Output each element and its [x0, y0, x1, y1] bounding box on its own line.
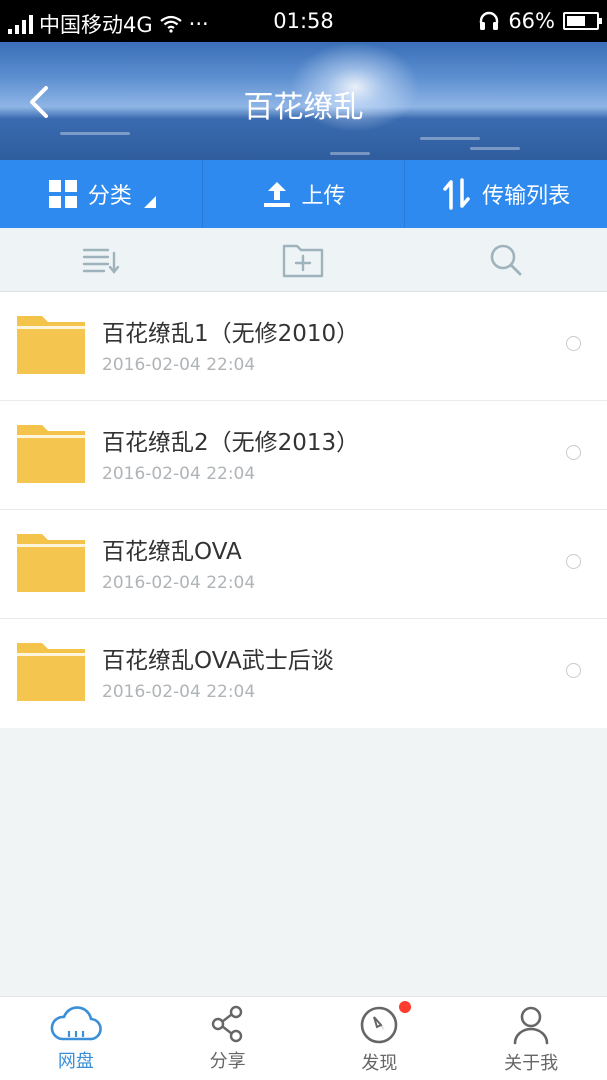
- compass-icon: [361, 1006, 398, 1044]
- tab-bar: 网盘 分享 发现 关于我: [0, 996, 607, 1080]
- tab-discover-label: 发现: [361, 1053, 398, 1074]
- list-item[interactable]: 百花缭乱OVA 2016-02-04 22:04: [0, 510, 607, 619]
- folder-icon: [17, 425, 85, 483]
- status-bar: 中国移动4G ··· 01:58 66%: [0, 0, 607, 42]
- file-name: 百花缭乱OVA: [102, 539, 242, 565]
- battery-fill: [567, 16, 586, 26]
- tab-discover[interactable]: 发现: [304, 997, 456, 1080]
- transfer-arrows-icon: [443, 178, 470, 210]
- tab-share-label: 分享: [209, 1051, 246, 1072]
- category-label: 分类: [87, 184, 132, 209]
- notification-badge: [399, 1001, 412, 1013]
- new-folder-icon: [283, 244, 324, 277]
- share-icon: [211, 1005, 242, 1043]
- category-button[interactable]: 分类: [0, 160, 203, 228]
- file-date: 2016-02-04 22:04: [102, 355, 256, 375]
- list-item[interactable]: 百花缭乱1（无修2010） 2016-02-04 22:04: [0, 292, 607, 401]
- toolbar: [0, 228, 607, 292]
- upload-button[interactable]: 上传: [203, 160, 406, 228]
- action-bar: 分类 上传 传输列表: [0, 160, 607, 228]
- file-date: 2016-02-04 22:04: [102, 464, 256, 484]
- file-name: 百花缭乱2（无修2013）: [102, 430, 360, 456]
- page-title: 百花缭乱: [243, 90, 364, 125]
- tab-netdisk[interactable]: 网盘: [0, 997, 152, 1080]
- new-folder-button[interactable]: [202, 228, 404, 291]
- tab-share[interactable]: 分享: [152, 997, 304, 1080]
- sort-list-icon: [82, 248, 120, 274]
- tab-about-me-label: 关于我: [504, 1053, 559, 1074]
- file-date: 2016-02-04 22:04: [102, 682, 256, 702]
- transfer-list-button[interactable]: 传输列表: [405, 160, 607, 228]
- folder-icon: [17, 643, 85, 701]
- file-date: 2016-02-04 22:04: [102, 573, 256, 593]
- header: 百花缭乱: [0, 42, 607, 160]
- transfer-list-label: 传输列表: [482, 184, 571, 209]
- dropdown-corner-icon: [143, 196, 156, 208]
- battery-icon: [563, 12, 602, 30]
- sort-button[interactable]: [0, 228, 202, 291]
- user-icon: [513, 1006, 549, 1045]
- list-item[interactable]: 百花缭乱2（无修2013） 2016-02-04 22:04: [0, 401, 607, 510]
- grid-icon: [48, 180, 77, 208]
- battery-percent: 66%: [508, 9, 555, 33]
- select-radio[interactable]: [566, 554, 581, 569]
- upload-label: 上传: [301, 184, 346, 209]
- cloud-icon: [50, 1006, 102, 1041]
- folder-icon: [17, 316, 85, 374]
- select-radio[interactable]: [566, 663, 581, 678]
- search-icon: [490, 244, 522, 275]
- tab-about-me[interactable]: 关于我: [455, 997, 607, 1080]
- search-button[interactable]: [405, 228, 607, 291]
- file-name: 百花缭乱OVA武士后谈: [102, 648, 334, 674]
- select-radio[interactable]: [566, 445, 581, 460]
- select-radio[interactable]: [566, 336, 581, 351]
- file-name: 百花缭乱1（无修2010）: [102, 321, 360, 347]
- file-list: 百花缭乱1（无修2010） 2016-02-04 22:04 百花缭乱2（无修2…: [0, 292, 607, 728]
- headphones-icon: [480, 11, 499, 30]
- folder-icon: [17, 534, 85, 592]
- upload-icon: [263, 182, 290, 207]
- tab-netdisk-label: 网盘: [57, 1051, 94, 1072]
- list-item[interactable]: 百花缭乱OVA武士后谈 2016-02-04 22:04: [0, 619, 607, 728]
